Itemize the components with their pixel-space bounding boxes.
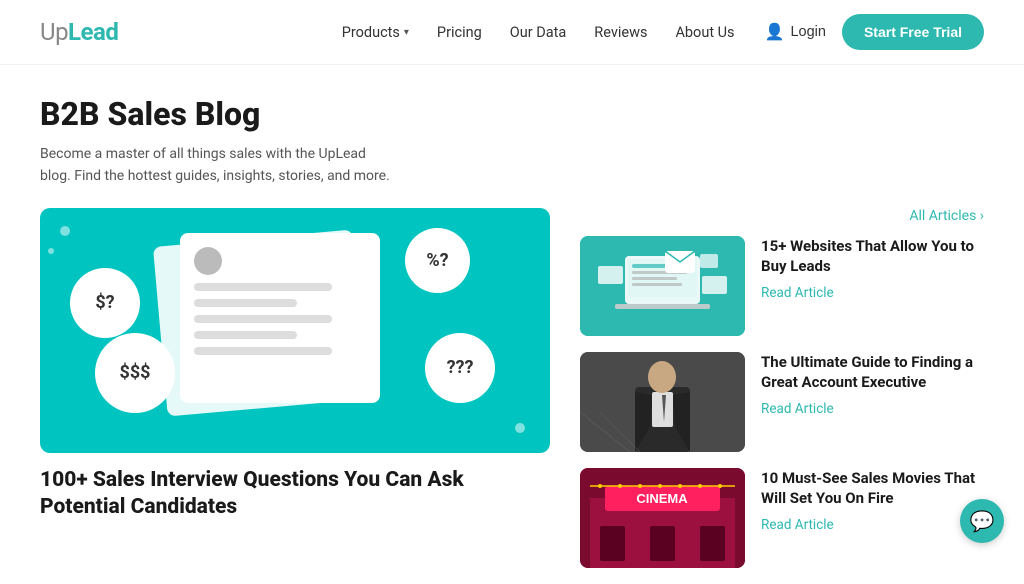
- featured-article[interactable]: $? %? $$$ ??? 100+ Sales Interview Quest…: [40, 208, 550, 522]
- article-thumbnail-2: [580, 352, 745, 452]
- doc-line: [194, 331, 297, 339]
- content-area: $? %? $$$ ??? 100+ Sales Interview Quest…: [40, 208, 984, 584]
- article-card-title-1: 15+ Websites That Allow You to Buy Leads: [761, 236, 984, 277]
- doc-line: [194, 299, 297, 307]
- doc-line: [194, 283, 332, 291]
- article-thumbnail-3: CINEMA: [580, 468, 745, 568]
- speech-bubble-dollar-q: $?: [70, 268, 140, 338]
- logo-part1: Up: [40, 18, 68, 46]
- start-trial-button[interactable]: Start Free Trial: [842, 14, 984, 50]
- doc-line: [194, 315, 332, 323]
- all-articles-link[interactable]: All Articles ›: [909, 208, 984, 224]
- header: UpLead Products ▾ Pricing Our Data Revie…: [0, 0, 1024, 65]
- svg-text:CINEMA: CINEMA: [636, 491, 688, 506]
- article-info-1: 15+ Websites That Allow You to Buy Leads…: [761, 236, 984, 302]
- nav-item-pricing[interactable]: Pricing: [437, 24, 482, 41]
- main-nav: Products ▾ Pricing Our Data Reviews Abou…: [342, 24, 735, 41]
- article-info-3: 10 Must-See Sales Movies That Will Set Y…: [761, 468, 984, 534]
- article-info-2: The Ultimate Guide to Finding a Great Ac…: [761, 352, 984, 418]
- decorative-dot: [60, 226, 70, 236]
- chevron-down-icon: ▾: [404, 27, 409, 38]
- thumbnail-svg-3: CINEMA: [580, 468, 745, 568]
- read-article-link-2[interactable]: Read Article: [761, 401, 834, 417]
- sidebar-articles: All Articles ›: [580, 208, 984, 584]
- blog-subtitle: Become a master of all things sales with…: [40, 143, 390, 188]
- article-card: 15+ Websites That Allow You to Buy Leads…: [580, 236, 984, 336]
- featured-article-title: 100+ Sales Interview Questions You Can A…: [40, 467, 550, 522]
- nav-item-about-us[interactable]: About Us: [675, 24, 734, 41]
- decorative-dot: [48, 248, 54, 254]
- nav-item-our-data[interactable]: Our Data: [510, 24, 567, 41]
- thumbnail-svg-2: [580, 352, 745, 452]
- user-icon: 👤: [765, 22, 785, 42]
- chat-icon: 💬: [970, 509, 995, 533]
- header-actions: 👤 Login Start Free Trial: [765, 14, 984, 50]
- decorative-doc-front: [180, 233, 380, 403]
- login-button[interactable]: 👤 Login: [765, 22, 826, 42]
- article-thumbnail-1: [580, 236, 745, 336]
- logo-part2: Lead: [68, 18, 118, 46]
- speech-bubble-percent: %?: [405, 228, 470, 293]
- read-article-link-1[interactable]: Read Article: [761, 285, 834, 301]
- thumbnail-svg-1: [580, 236, 745, 336]
- blog-title: B2B Sales Blog: [40, 95, 984, 133]
- all-articles-link-container: All Articles ›: [580, 208, 984, 224]
- article-card: The Ultimate Guide to Finding a Great Ac…: [580, 352, 984, 452]
- nav-item-products[interactable]: Products ▾: [342, 24, 409, 41]
- article-card-title-2: The Ultimate Guide to Finding a Great Ac…: [761, 352, 984, 393]
- article-card-title-3: 10 Must-See Sales Movies That Will Set Y…: [761, 468, 984, 509]
- logo[interactable]: UpLead: [40, 18, 118, 46]
- speech-bubble-dollars: $$$: [95, 333, 175, 413]
- nav-item-reviews[interactable]: Reviews: [594, 24, 647, 41]
- doc-avatar: [194, 247, 222, 275]
- doc-line: [194, 347, 332, 355]
- speech-bubble-question: ???: [425, 333, 495, 403]
- main-content: B2B Sales Blog Become a master of all th…: [0, 65, 1024, 584]
- read-article-link-3[interactable]: Read Article: [761, 517, 834, 533]
- featured-image: $? %? $$$ ???: [40, 208, 550, 453]
- article-card: CINEMA: [580, 468, 984, 568]
- chat-bubble-button[interactable]: 💬: [960, 499, 1004, 543]
- decorative-dot: [515, 423, 525, 433]
